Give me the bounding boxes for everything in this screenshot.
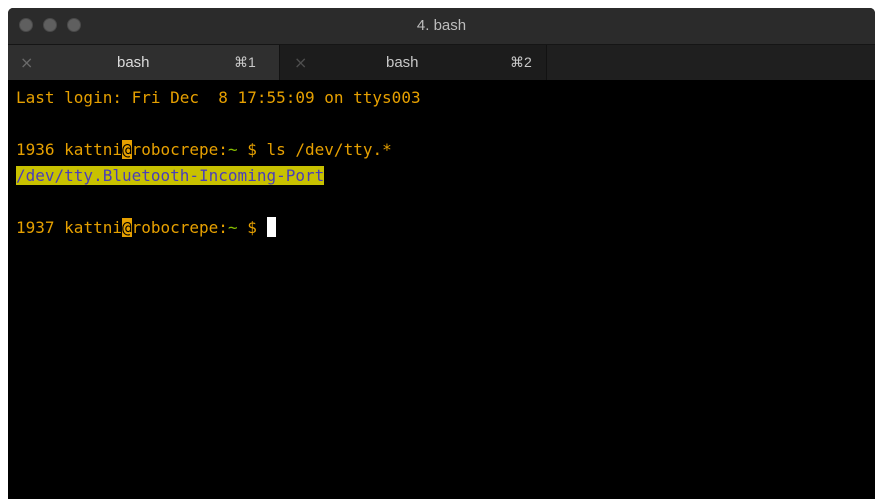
tab-shortcut: ⌘1 bbox=[234, 54, 256, 70]
terminal-window: 4. bash × bash ⌘1 × bash ⌘2 Last login: … bbox=[8, 8, 875, 499]
tab-close-icon[interactable]: × bbox=[20, 45, 33, 80]
tab-close-icon[interactable]: × bbox=[294, 45, 307, 80]
prompt-symbol: $ bbox=[247, 218, 257, 237]
selected-output-text[interactable]: /dev/tty.Bluetooth-Incoming-Port bbox=[16, 166, 325, 185]
username: kattni bbox=[64, 140, 122, 159]
prompt-line-2: 1937 kattni@robocrepe:~ $ bbox=[16, 217, 276, 239]
text-cursor bbox=[266, 217, 276, 237]
tab-shortcut: ⌘2 bbox=[510, 54, 532, 70]
at-sign: @ bbox=[121, 140, 132, 159]
hostname: robocrepe: bbox=[131, 218, 228, 237]
current-path: ~ bbox=[227, 140, 238, 159]
current-path: ~ bbox=[227, 218, 238, 237]
history-number: 1937 bbox=[16, 218, 55, 237]
at-sign: @ bbox=[121, 218, 132, 237]
tab-bash-1[interactable]: × bash ⌘1 bbox=[8, 45, 279, 80]
tab-bash-2[interactable]: × bash ⌘2 bbox=[279, 45, 547, 80]
history-number: 1936 bbox=[16, 140, 55, 159]
username: kattni bbox=[64, 218, 122, 237]
window-title: 4. bash bbox=[416, 17, 467, 34]
last-login-line: Last login: Fri Dec 8 17:55:09 on ttys00… bbox=[16, 88, 421, 107]
prompt-symbol: $ bbox=[247, 140, 257, 159]
tab-label: bash bbox=[386, 54, 419, 71]
tab-bar: × bash ⌘1 × bash ⌘2 bbox=[8, 44, 875, 80]
title-bar[interactable]: 4. bash bbox=[8, 8, 875, 44]
command-output-line: /dev/tty.Bluetooth-Incoming-Port bbox=[16, 165, 325, 187]
hostname: robocrepe: bbox=[131, 140, 228, 159]
command-text: ls /dev/tty.* bbox=[266, 140, 392, 159]
tab-label: bash bbox=[117, 54, 150, 71]
terminal-output[interactable]: Last login: Fri Dec 8 17:55:09 on ttys00… bbox=[8, 80, 875, 499]
prompt-line-1: 1936 kattni@robocrepe:~ $ ls /dev/tty.* bbox=[16, 139, 392, 161]
